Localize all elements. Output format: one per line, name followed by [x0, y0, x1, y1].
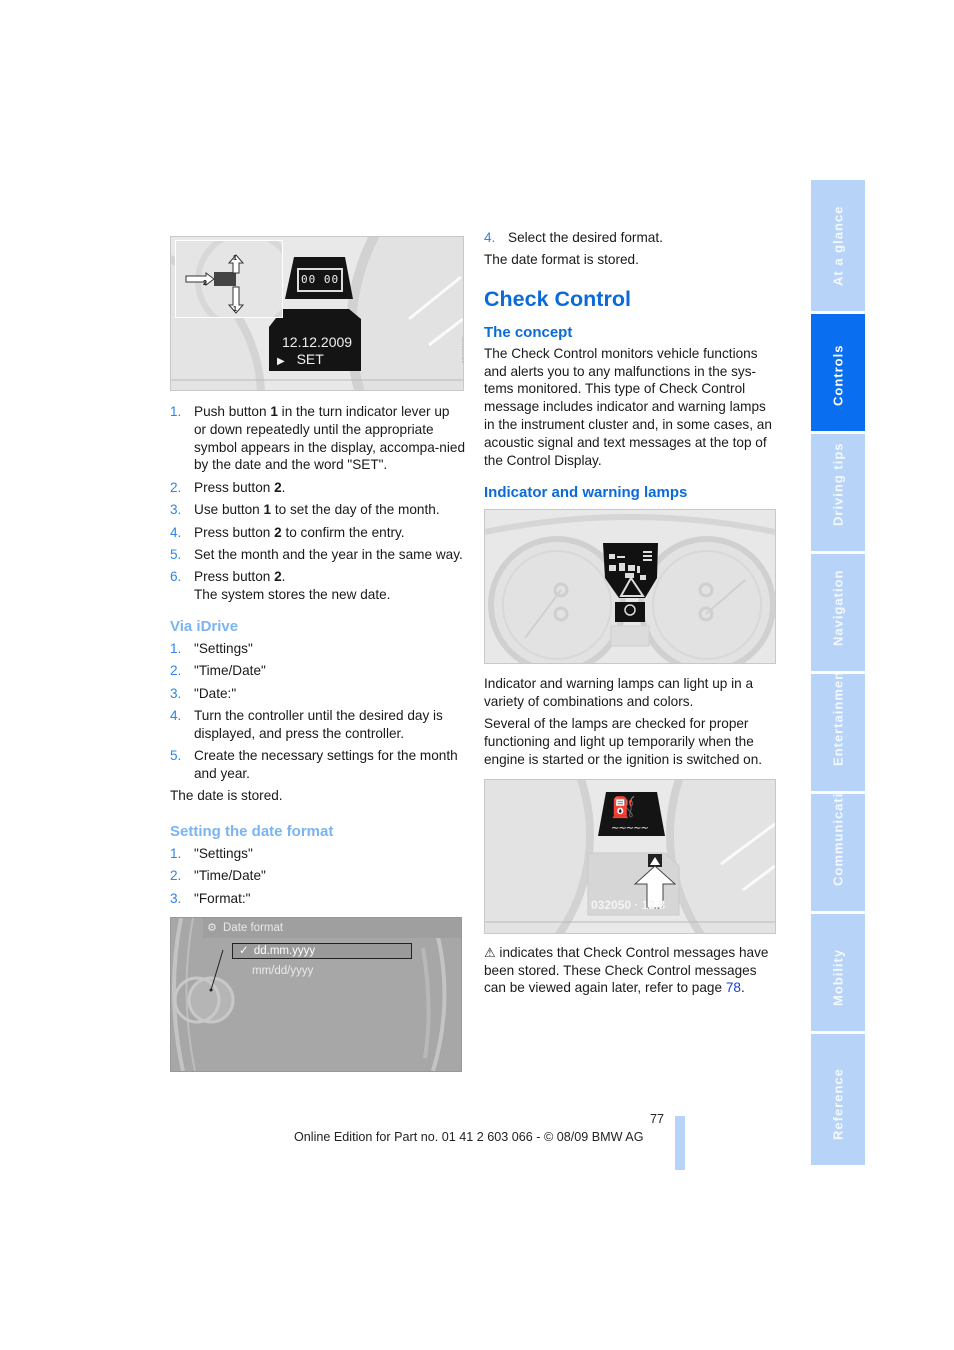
list-item: 4. Turn the controller until the desired …	[170, 707, 443, 741]
speedometer	[488, 536, 626, 664]
edition-footer: Online Edition for Part no. 01 41 2 603 …	[294, 1130, 644, 1144]
chapter-tabs: At a glance Controls Driving tips Naviga…	[811, 180, 865, 1168]
odometer-readout: 032050 · 12.8	[591, 897, 666, 912]
date-format-steps-list: 1. "Settings" 2. "Time/Date" 3. "Format:"	[170, 845, 465, 908]
display-set-row: ▶ SET	[277, 351, 324, 371]
callout-1-bottom: 1	[233, 306, 237, 313]
list-item: 1. Push button 1 in the turn indicator le…	[170, 404, 466, 473]
heading-concept: The concept	[484, 323, 573, 341]
list-item: 3. "Date:"	[170, 685, 237, 701]
turn-lever-inset: 1 2 1	[175, 237, 297, 332]
tab-reference[interactable]: Reference	[811, 1034, 865, 1165]
list-item: 4. Select the desired format.	[484, 230, 663, 245]
figure-date-setting-cluster: 00 00 12.12.2009 ▶ SET 1 2 1 MV00000	[170, 236, 464, 391]
page-title: Check Control	[484, 287, 631, 312]
list-item: 3. "Format:"	[170, 890, 251, 906]
idrive-result: The date is stored.	[170, 788, 283, 804]
figure-check-control-stored: ⛽ ∼∼∼∼∼ 032050 · 12.8	[484, 778, 776, 934]
play-arrow-icon: ▶	[277, 356, 285, 367]
oil-level-icon: ⛽	[611, 796, 636, 819]
tab-communications[interactable]: Communications	[811, 794, 865, 911]
concept-text: The Check Control monitors vehicle funct…	[484, 345, 772, 468]
warning-triangle-icon: ⚠	[484, 944, 496, 960]
tab-mobility[interactable]: Mobility	[811, 914, 865, 1031]
list-item: 1. "Settings"	[170, 640, 253, 656]
list-item: 3. Use button 1 to set the day of the mon…	[170, 502, 440, 518]
wave-icon: ∼∼∼∼∼	[611, 822, 649, 834]
list-item: 5. Create the necessary settings for the …	[170, 748, 458, 781]
page-number: 77	[650, 1112, 665, 1126]
tachometer	[638, 536, 775, 664]
tab-controls[interactable]: Controls	[811, 314, 865, 431]
callout-1-top: 1	[233, 255, 237, 262]
calendar-day-box: 00 00	[297, 268, 344, 292]
date-format-option-selected[interactable]: ✓ dd.mm.yyyy	[232, 943, 412, 960]
figure-date-format-screen: ⚙ Date format ✓ dd.mm.yyyy mm/dd/yyyy	[170, 917, 462, 1073]
control-display-frame	[171, 918, 461, 1072]
tab-driving-tips[interactable]: Driving tips	[811, 434, 865, 551]
calendar-icon: 00 00	[297, 268, 344, 292]
instrument-cluster-illustration	[485, 514, 775, 664]
list-item: 2. Press button 2.	[170, 479, 286, 495]
figure-instrument-cluster: ​	[484, 509, 776, 665]
heading-via-idrive: Via iDrive	[170, 617, 239, 635]
tab-navigation[interactable]: Navigation	[811, 554, 865, 671]
heading-indicator-lamps: Indicator and warning lamps	[484, 484, 688, 502]
list-item: 1. "Settings"	[170, 845, 253, 861]
figure-id-watermark: MV00000	[462, 337, 464, 363]
footer-accent-bar	[675, 1116, 685, 1170]
list-item: 6. Press button 2. The system stores the n…	[170, 569, 391, 603]
lever-steps-list: 1. Push button 1 in the turn indicator le…	[170, 403, 465, 604]
display-date: 12.12.2009	[282, 334, 353, 350]
tab-entertainment[interactable]: Entertainment	[811, 674, 865, 791]
turn-lever-illustration	[185, 237, 297, 332]
checkmark-icon: ✓	[239, 945, 249, 958]
display-set: SET	[296, 351, 324, 367]
right-column: 4. Select the desired format. The date fo…	[484, 229, 776, 1002]
date-format-result: The date format is stored.	[484, 252, 639, 268]
list-item: 2. "Time/Date"	[170, 868, 266, 884]
date-format-option[interactable]: mm/dd/yyyy	[252, 963, 313, 981]
lever-body	[214, 272, 236, 286]
list-item: 4. Press button 2 to confirm the entry.	[170, 524, 405, 540]
date-format-steps-continued: 4. Select the desired format.	[484, 229, 776, 247]
lamps-paragraph-2: Several of the lamps are checked for pro…	[484, 716, 763, 767]
callout-2: 2	[203, 280, 207, 287]
lamps-paragraph-1: Indicator and warning lamps can light up…	[484, 676, 754, 709]
menu-title: Date format	[223, 922, 284, 935]
list-item: 2. "Time/Date"	[170, 663, 266, 679]
idrive-steps-list: 1. "Settings" 2. "Time/Date" 3. "Date:" 4. T…	[170, 640, 465, 783]
step-result: The system stores the new date.	[194, 587, 391, 603]
heading-date-format: Setting the date format	[170, 823, 334, 841]
page-reference-link[interactable]: 78	[726, 980, 741, 995]
tab-at-a-glance[interactable]: At a glance	[811, 180, 865, 311]
stored-messages-text: ⚠ indicates that Check Control messages …	[484, 944, 769, 996]
list-item: 5. Set the month and the year in the same…	[170, 546, 463, 562]
settings-icon: ⚙	[207, 922, 217, 935]
left-column: 00 00 12.12.2009 ▶ SET 1 2 1 MV00000 1. P…	[170, 236, 465, 1073]
